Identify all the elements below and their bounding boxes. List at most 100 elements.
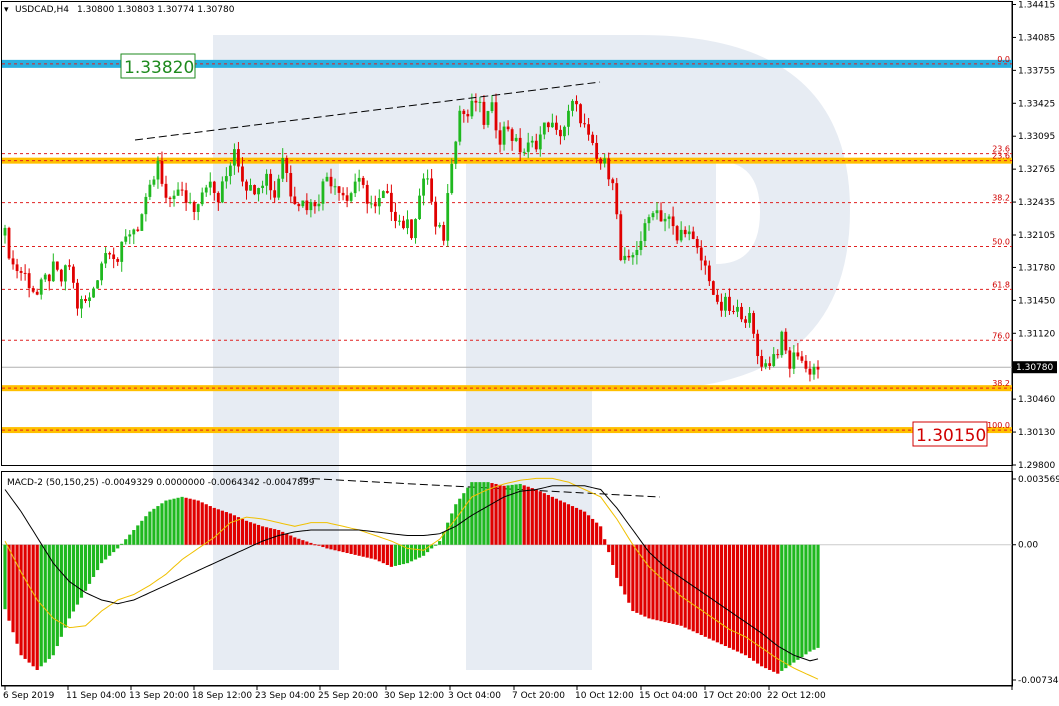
- macd-histogram-bar: [188, 498, 192, 545]
- candle-body: [687, 231, 691, 235]
- dropdown-icon[interactable]: ▾: [4, 5, 9, 15]
- candle: [156, 156, 160, 189]
- candle-body: [228, 165, 232, 177]
- time-tick-label: 25 Sep 20:00: [318, 691, 378, 701]
- price-tick-label: 1.30130: [1018, 428, 1055, 438]
- candle: [196, 203, 200, 221]
- candle: [84, 295, 87, 304]
- macd-histogram-bar: [663, 544, 667, 623]
- macd-histogram-bar: [554, 498, 558, 545]
- macd-histogram-bar: [341, 544, 345, 553]
- candle-body: [92, 288, 95, 298]
- macd-histogram-bar: [236, 517, 241, 545]
- candle-body: [156, 160, 160, 180]
- candle-body: [35, 291, 39, 295]
- candle-body: [812, 366, 816, 375]
- candle-body: [454, 141, 458, 164]
- candle: [15, 258, 19, 279]
- candle-body: [31, 288, 35, 292]
- candle: [180, 181, 184, 196]
- candle-body: [212, 181, 216, 193]
- candle-body: [148, 184, 152, 197]
- candle-body: [96, 280, 99, 289]
- macd-histogram-bar: [337, 544, 341, 552]
- time-tick-label: 15 Oct 04:00: [639, 691, 698, 701]
- candle-body: [88, 297, 91, 302]
- support-level-box: 1.30150: [912, 421, 988, 447]
- candle-body: [84, 299, 87, 302]
- candle: [164, 175, 168, 203]
- macd-histogram-bar: [353, 544, 357, 555]
- candle-body: [11, 258, 15, 265]
- candle-body: [567, 110, 570, 127]
- candle-body: [482, 101, 486, 125]
- candle-body: [506, 126, 510, 130]
- candle: [128, 230, 132, 245]
- candle: [784, 328, 788, 355]
- macd-histogram-bar: [776, 544, 780, 674]
- candle-body: [579, 104, 582, 124]
- macd-histogram-bar: [333, 544, 337, 551]
- candle: [418, 188, 421, 220]
- macd-histogram-bar: [281, 531, 285, 545]
- candle: [353, 173, 357, 198]
- candle-body: [128, 234, 132, 237]
- candle-body: [494, 102, 498, 131]
- candle-body: [47, 274, 51, 282]
- macd-histogram-bar: [739, 544, 744, 654]
- macd-histogram-bar: [506, 485, 510, 545]
- candle-body: [51, 261, 55, 282]
- candle: [816, 360, 820, 379]
- macd-histogram-bar: [518, 483, 522, 545]
- fib-label-3: 38.2: [992, 194, 1010, 203]
- macd-histogram-bar: [586, 515, 591, 545]
- macd-histogram-bar: [538, 491, 542, 545]
- candle-body: [474, 100, 478, 103]
- candle-body: [257, 188, 260, 195]
- candle-body: [691, 231, 695, 239]
- macd-histogram-bar: [35, 544, 39, 670]
- macd-histogram-bar: [707, 544, 711, 639]
- macd-histogram-bar: [321, 544, 325, 548]
- candle-body: [389, 192, 393, 212]
- macd-histogram-bar: [152, 508, 156, 545]
- fib-label-6: 76.0: [992, 331, 1010, 340]
- time-tick-label: 11 Sep 04:00: [66, 691, 126, 701]
- candle: [72, 264, 75, 289]
- candle: [426, 169, 429, 185]
- macd-histogram-bar: [192, 499, 196, 545]
- macd-histogram-bar: [546, 495, 550, 545]
- candle-body: [583, 123, 586, 125]
- candle: [184, 182, 188, 211]
- macd-histogram-bar: [224, 512, 228, 545]
- candle: [398, 214, 401, 226]
- candle-body: [305, 200, 309, 211]
- macd-histogram-bar: [31, 544, 35, 667]
- candle: [410, 219, 413, 240]
- macd-histogram-bar: [172, 498, 176, 545]
- candle-body: [663, 218, 667, 222]
- candle: [76, 278, 79, 316]
- macd-histogram-bar: [317, 544, 321, 546]
- candle-body: [667, 216, 671, 219]
- macd-histogram-bar: [490, 483, 494, 545]
- candle-body: [208, 181, 212, 188]
- candle-body: [502, 126, 506, 145]
- macd-histogram-bar: [377, 544, 381, 562]
- candle-body: [599, 158, 603, 164]
- macd-histogram-bar: [269, 528, 273, 545]
- macd-histogram-bar: [43, 544, 47, 663]
- candle-body: [241, 166, 244, 182]
- candle-body: [402, 220, 405, 229]
- candle-body: [546, 122, 550, 128]
- macd-histogram-bar: [361, 544, 365, 557]
- macd-histogram-bar: [248, 522, 253, 545]
- candle: [788, 347, 792, 378]
- candle: [172, 190, 176, 207]
- candle-body: [446, 193, 450, 241]
- macd-histogram-bar: [800, 544, 804, 658]
- candle-body: [639, 241, 643, 250]
- time-axis: 6 Sep 2019 11 Sep 04:00 13 Sep 20:00 18 Sep…: [3, 686, 826, 701]
- fib-label-4: 50.0: [992, 237, 1010, 246]
- candle: [116, 257, 120, 266]
